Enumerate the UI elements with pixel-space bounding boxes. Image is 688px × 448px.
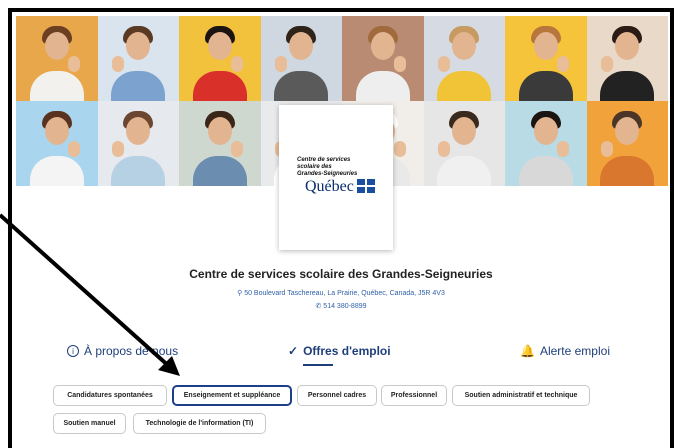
banner-portrait-1 xyxy=(16,16,98,101)
portrait-hand xyxy=(111,141,124,157)
chip-soutien-manuel[interactable]: Soutien manuel xyxy=(53,413,126,434)
tab-job-offers-label: Offres d'emploi xyxy=(303,344,391,358)
portrait-body xyxy=(600,156,655,186)
section-tabs: i À propos de nous ✓ Offres d'emploi 🔔 A… xyxy=(12,336,670,366)
portrait-body xyxy=(437,156,492,186)
tab-job-offers[interactable]: ✓ Offres d'emploi xyxy=(288,344,391,358)
logo-quebec-wordmark: Québec xyxy=(305,178,354,195)
banner-portrait-16 xyxy=(586,101,668,186)
portrait-hand xyxy=(600,141,613,157)
portrait-body xyxy=(355,71,410,101)
portrait-hand xyxy=(68,141,80,157)
portrait-hand xyxy=(557,141,569,157)
organization-logo-card: Centre de services scolaire des Grandes-… xyxy=(279,105,393,250)
portrait-face xyxy=(289,32,314,60)
portrait-body xyxy=(274,71,329,101)
portrait-face xyxy=(207,117,232,145)
portrait-body xyxy=(437,71,492,101)
portrait-body xyxy=(29,71,84,101)
organization-name: Centre de services scolaire des Grandes-… xyxy=(189,267,493,281)
portrait-body xyxy=(111,71,166,101)
logo-organization-text: Centre de services scolaire des Grandes-… xyxy=(297,157,358,177)
portrait-hand xyxy=(600,56,613,72)
banner-portrait-9 xyxy=(16,101,98,186)
tab-job-alert-label: Alerte emploi xyxy=(539,344,610,358)
portrait-face xyxy=(452,32,477,60)
portrait-face xyxy=(533,32,558,60)
banner-portrait-11 xyxy=(179,101,261,186)
portrait-face xyxy=(44,32,69,60)
check-badge-icon: ✓ xyxy=(288,344,299,358)
tab-about-label: À propos de nous xyxy=(84,344,179,358)
chip-technologie-information[interactable]: Technologie de l'information (TI) xyxy=(133,413,266,434)
portrait-body xyxy=(192,71,247,101)
portrait-body xyxy=(111,156,166,186)
phone-icon: ✆ xyxy=(315,303,322,310)
chip-enseignement-suppleance[interactable]: Enseignement et suppléance xyxy=(172,385,292,406)
portrait-hand xyxy=(437,141,450,157)
banner-portrait-5 xyxy=(342,16,424,101)
banner-portrait-10 xyxy=(97,101,179,186)
quebec-flag-icon xyxy=(357,179,375,193)
portrait-face xyxy=(615,117,640,145)
portrait-face xyxy=(533,117,558,145)
banner-portrait-6 xyxy=(423,16,505,101)
portrait-face xyxy=(615,32,640,60)
portrait-hand xyxy=(274,56,287,72)
portrait-body xyxy=(518,156,573,186)
portrait-face xyxy=(370,32,395,60)
portrait-hand xyxy=(437,56,450,72)
organization-phone[interactable]: ✆ 514 380-8899 xyxy=(12,302,670,310)
banner-portrait-2 xyxy=(97,16,179,101)
portrait-hand xyxy=(231,56,243,72)
banner-portrait-4 xyxy=(260,16,342,101)
tab-about[interactable]: i À propos de nous xyxy=(67,344,178,358)
portrait-face xyxy=(452,117,477,145)
chip-personnel-cadres[interactable]: Personnel cadres xyxy=(297,385,377,406)
tab-job-alert[interactable]: 🔔 Alerte emploi xyxy=(520,344,610,358)
portrait-face xyxy=(126,117,151,145)
banner-portrait-15 xyxy=(505,101,587,186)
portrait-hand xyxy=(68,56,80,72)
phone-text: 514 380-8899 xyxy=(323,303,367,310)
bell-icon: 🔔 xyxy=(520,344,535,358)
info-icon: i xyxy=(67,345,79,357)
location-pin-icon: ⚲ xyxy=(237,290,243,297)
active-tab-indicator xyxy=(303,364,333,366)
portrait-body xyxy=(518,71,573,101)
chip-professionnel[interactable]: Professionnel xyxy=(381,385,447,406)
portrait-face xyxy=(44,117,69,145)
portrait-face xyxy=(207,32,232,60)
portrait-hand xyxy=(394,141,406,157)
page-frame: Centre de services scolaire des Grandes-… xyxy=(8,8,674,448)
portrait-hand xyxy=(231,141,243,157)
portrait-face xyxy=(126,32,151,60)
banner-portrait-14 xyxy=(423,101,505,186)
portrait-body xyxy=(600,71,655,101)
portrait-hand xyxy=(394,56,406,72)
banner-portrait-3 xyxy=(179,16,261,101)
banner-portrait-7 xyxy=(505,16,587,101)
portrait-body xyxy=(192,156,247,186)
address-text: 50 Boulevard Taschereau, La Prairie, Qué… xyxy=(244,290,445,297)
portrait-body xyxy=(29,156,84,186)
portrait-hand xyxy=(557,56,569,72)
portrait-hand xyxy=(111,56,124,72)
organization-address[interactable]: ⚲ 50 Boulevard Taschereau, La Prairie, Q… xyxy=(12,289,670,297)
chip-soutien-administratif-technique[interactable]: Soutien administratif et technique xyxy=(452,385,590,406)
banner-portrait-8 xyxy=(586,16,668,101)
chip-candidatures-spontanees[interactable]: Candidatures spontanées xyxy=(53,385,167,406)
